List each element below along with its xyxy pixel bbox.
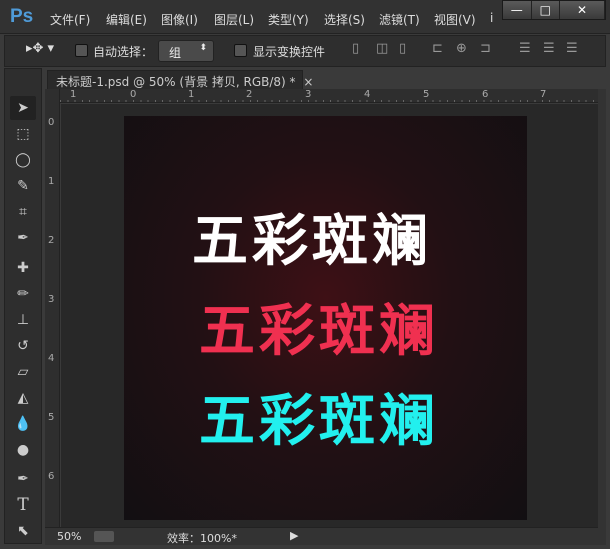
- move-tool-icon[interactable]: ➤: [10, 96, 36, 120]
- distribute-top-icon[interactable]: ☰: [519, 41, 531, 56]
- pen-tool-icon[interactable]: ✒: [10, 467, 36, 491]
- ruler-label: 5: [423, 89, 430, 100]
- auto-select-value: 组: [169, 46, 182, 60]
- window-controls: — □ ✕: [502, 0, 606, 20]
- menu-edit[interactable]: 编辑(E): [106, 11, 147, 28]
- align-hcenter-icon[interactable]: ⊕: [456, 41, 467, 56]
- ruler-label: 2: [48, 235, 55, 246]
- text-layer-red: 五彩斑斓: [199, 299, 439, 364]
- brush-tool-icon[interactable]: ✏: [10, 282, 36, 306]
- maximize-button[interactable]: □: [531, 1, 560, 19]
- photoshop-logo: Ps: [10, 6, 34, 27]
- close-button[interactable]: ✕: [560, 1, 605, 19]
- zoom-level[interactable]: 50%: [57, 530, 81, 543]
- lasso-tool-icon[interactable]: ◯: [10, 148, 36, 172]
- quick-select-tool-icon[interactable]: ✎: [10, 174, 36, 198]
- tab-close-icon[interactable]: ×: [303, 75, 313, 89]
- align-vcenter-icon[interactable]: ◫: [376, 41, 388, 56]
- ruler-label: 1: [188, 89, 195, 100]
- menu-file[interactable]: 文件(F): [50, 11, 90, 28]
- spinner-icon: ⬍: [199, 43, 207, 53]
- vertical-scrollbar[interactable]: [598, 89, 606, 545]
- path-select-tool-icon[interactable]: ⬉: [10, 519, 36, 543]
- document-canvas[interactable]: 五彩斑斓 五彩斑斓 五彩斑斓: [124, 116, 527, 520]
- ruler-label: 4: [364, 89, 371, 100]
- menu-filter[interactable]: 滤镜(T): [379, 11, 420, 28]
- ruler-label: 1: [70, 89, 77, 100]
- share-icon[interactable]: [94, 531, 114, 542]
- text-layer-white: 五彩斑斓: [192, 209, 432, 274]
- ruler-label: 0: [48, 117, 55, 128]
- ruler-top: [60, 89, 598, 103]
- ruler-label: 6: [482, 89, 489, 100]
- ruler-label: 0: [130, 89, 137, 100]
- crop-tool-icon[interactable]: ⌗: [10, 200, 36, 224]
- distribute-bottom-icon[interactable]: ☰: [566, 41, 578, 56]
- dodge-tool-icon[interactable]: ●: [10, 438, 36, 462]
- type-tool-icon[interactable]: T: [10, 493, 36, 517]
- menu-layer[interactable]: 图层(L): [214, 11, 254, 28]
- ruler-label: 4: [48, 353, 55, 364]
- blur-tool-icon[interactable]: 💧: [10, 412, 36, 436]
- menu-view[interactable]: 视图(V): [434, 11, 476, 28]
- show-transform-label: 显示变换控件: [253, 45, 326, 59]
- ruler-label: 7: [540, 89, 547, 100]
- eyedropper-tool-icon[interactable]: ✒: [10, 226, 36, 250]
- document-tab[interactable]: 未标题-1.psd @ 50% (背景 拷贝, RGB/8) * ×: [47, 70, 313, 89]
- marquee-tool-icon[interactable]: ⬚: [10, 122, 36, 146]
- ruler-label: 3: [48, 294, 55, 305]
- history-brush-tool-icon[interactable]: ↺: [10, 334, 36, 358]
- show-transform-checkbox[interactable]: [234, 44, 247, 57]
- ruler-label: 2: [246, 89, 253, 100]
- healing-brush-tool-icon[interactable]: ✚: [10, 256, 36, 280]
- paint-bucket-tool-icon[interactable]: ◭: [10, 386, 36, 410]
- menu-window[interactable]: i: [490, 11, 493, 25]
- minimize-button[interactable]: —: [503, 1, 532, 19]
- document-tab-title: 未标题-1.psd @ 50% (背景 拷贝, RGB/8) *: [56, 75, 296, 89]
- ruler-label: 3: [305, 89, 312, 100]
- efficiency-info: 效率：100%*: [167, 532, 237, 545]
- status-menu-arrow-icon[interactable]: ▶: [290, 529, 298, 542]
- ruler-label: 6: [48, 471, 55, 482]
- eraser-tool-icon[interactable]: ▱: [10, 360, 36, 384]
- distribute-vcenter-icon[interactable]: ☰: [543, 41, 555, 56]
- auto-select-label: 自动选择：: [93, 45, 154, 59]
- move-tool-preset-icon[interactable]: ▸✥ ▾: [26, 41, 54, 56]
- auto-select-checkbox[interactable]: [75, 44, 88, 57]
- clone-stamp-tool-icon[interactable]: ⊥: [10, 308, 36, 332]
- menu-image[interactable]: 图像(I): [161, 11, 198, 28]
- ruler-label: 5: [48, 412, 55, 423]
- status-bar: [45, 527, 598, 545]
- align-left-icon[interactable]: ⊏: [432, 41, 443, 56]
- ruler-label: 1: [48, 176, 55, 187]
- menu-select[interactable]: 选择(S): [324, 11, 365, 28]
- auto-select-dropdown[interactable]: 组 ⬍: [158, 40, 214, 62]
- align-right-icon[interactable]: ⊐: [480, 41, 491, 56]
- align-top-icon[interactable]: ▯: [352, 41, 359, 56]
- menu-type[interactable]: 类型(Y): [268, 11, 309, 28]
- ruler-left: [45, 89, 60, 527]
- align-bottom-icon[interactable]: ▯: [399, 41, 406, 56]
- text-layer-cyan: 五彩斑斓: [199, 389, 439, 454]
